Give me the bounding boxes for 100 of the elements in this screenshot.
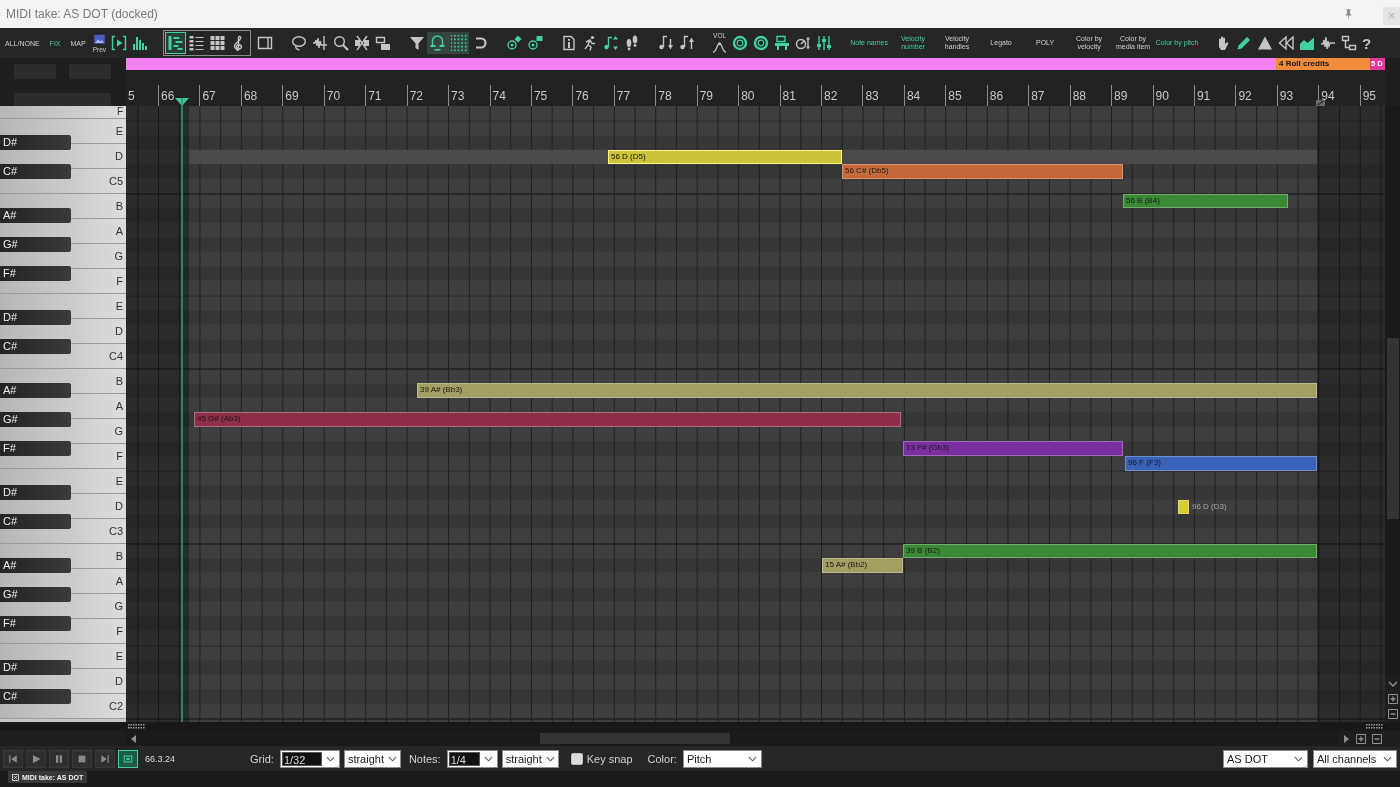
mixer-icon[interactable] [815,35,832,51]
piano-roll-icon[interactable] [165,32,187,54]
play-button[interactable] [26,749,46,768]
close-icon[interactable] [12,773,19,781]
ring-icon[interactable] [731,35,748,51]
position-readout: 66.3.24 [145,753,176,764]
keyboard-stand-icon[interactable] [773,35,790,51]
triangle-icon[interactable] [1256,35,1273,51]
bar-number: 77 [616,89,631,103]
midi-note[interactable] [1178,499,1189,515]
landscape-icon[interactable] [1298,35,1315,51]
bar-number: 92 [1238,89,1252,103]
natural-key[interactable]: F [0,106,126,119]
hierarchy-icon[interactable] [1340,35,1357,51]
ring-icon[interactable] [752,35,769,51]
end-marker-icon[interactable] [1316,100,1325,106]
arrow-left-icon[interactable] [129,733,139,744]
dropdown[interactable]: All channels [1313,749,1397,768]
dropdown[interactable]: straight [501,749,559,768]
chevron-down-icon [1294,755,1303,762]
zoom-out-icon[interactable] [1387,709,1398,720]
combo-field[interactable]: 1/4 [446,749,498,768]
bar-number: 71 [368,89,382,103]
zoom-in-icon[interactable] [1387,694,1398,704]
pause-icon [53,752,65,765]
bar-number: 84 [906,89,921,103]
waveform-cursor-icon[interactable] [311,35,328,51]
checkbox[interactable] [570,752,583,765]
piano-roll-grid[interactable]: 56 D (D5) 56 C# (Db5) 56 B (B4) 39 A# (Bb3) 45 G# (Ab3) 13 F# (Gb3) 96 F (F3) 96 D (D3) 39 B (B2) 15 A# (Bb2) [126,106,1385,722]
pin-icon[interactable] [1343,7,1354,21]
loop-button[interactable] [118,749,138,768]
bar-number: 78 [658,89,672,103]
midi-note[interactable]: 56 B (B4) [1123,193,1288,208]
bar-number: 95 [1362,89,1377,103]
field-label: Grid: [250,752,274,765]
note-up-icon[interactable] [678,35,695,51]
zoom-out-icon[interactable] [1372,733,1383,744]
gear-square-icon[interactable] [526,35,543,51]
play-bracket-icon[interactable] [110,35,127,51]
help-button[interactable]: ? [1359,32,1375,54]
checkbox-label[interactable]: Key snap [586,752,633,765]
region-bar[interactable]: 4 Roll credits [1276,58,1370,70]
running-figure-icon[interactable] [581,35,598,51]
timeline-ruler[interactable]: 5 66 67 68 69 70 71 72 73 74 75 76 77 78 79 80 81 82 83 84 85 86 87 88 89 90 91 92 93 94 95 [126,70,1385,106]
midi-note[interactable]: 39 B (B2) [903,543,1317,558]
pause-button[interactable] [49,749,69,768]
loop-icon [122,752,134,765]
dropdown[interactable]: Pitch [682,749,762,768]
fader-curve-icon [712,39,728,54]
zoom-icon[interactable] [332,35,349,51]
bar-number: 93 [1279,89,1294,103]
bar-number: 73 [451,89,465,103]
bar-number: 80 [741,89,755,103]
rewind-icon[interactable] [1277,35,1294,51]
combo-field[interactable]: 1/32 [279,749,340,768]
chevron-down-icon [747,755,757,762]
field-label: Notes: [408,752,441,765]
vertical-scrollbar[interactable] [1385,106,1400,676]
scissors-icon[interactable] [353,35,370,51]
bar-number: 75 [533,89,548,103]
bar-number: 5 [128,89,135,103]
dropdown[interactable]: straight [343,749,401,768]
page-icon[interactable] [560,35,577,51]
chevron-down-icon[interactable] [1387,678,1398,689]
waveform-icon[interactable] [1319,35,1336,51]
gear-diamond-icon[interactable] [505,35,522,51]
scrollbar-thumb[interactable] [1387,338,1399,519]
scrollbar-thumb[interactable] [540,733,730,744]
midi-note[interactable]: 56 D (D5) [608,149,842,165]
filter-icon[interactable] [408,35,425,51]
skip-back-button[interactable] [3,749,23,768]
chevron-down-icon [387,755,397,762]
midi-note[interactable]: 39 A# (Bb3) [417,383,1317,398]
pencil-icon[interactable] [1235,35,1252,51]
stack-icon[interactable] [374,35,391,51]
bar-number: 70 [326,89,341,103]
zoom-in-icon[interactable] [1356,733,1367,744]
chevron-down-icon [325,755,335,762]
skip-forward-button[interactable] [95,749,115,768]
dotted-grid-icon[interactable] [448,32,470,54]
gripper-icon[interactable] [128,724,145,729]
note-arrows-icon[interactable] [602,35,619,51]
bar-number: 91 [1196,89,1211,103]
play-icon [30,752,42,765]
dropdown[interactable]: AS DOT [1223,749,1308,768]
horizontal-scrollbar[interactable] [126,731,1338,746]
chevron-down-icon [483,755,493,762]
note-down-icon[interactable] [657,35,674,51]
midi-note[interactable]: 56 C# (Db5) [842,164,1123,179]
bar-number: 66 [161,89,175,103]
snap-icon[interactable] [427,32,449,54]
bar-number: 82 [824,89,838,103]
dial-icon[interactable] [794,35,811,51]
gripper-icon[interactable] [1366,724,1383,729]
panel-icon[interactable] [256,35,273,51]
midi-note[interactable]: 15 A# (Bb2) [822,558,903,573]
stop-button[interactable] [72,749,92,768]
bar-number: 68 [243,89,258,103]
bar-chart-icon[interactable] [131,35,148,51]
lasso-icon[interactable] [290,35,307,51]
